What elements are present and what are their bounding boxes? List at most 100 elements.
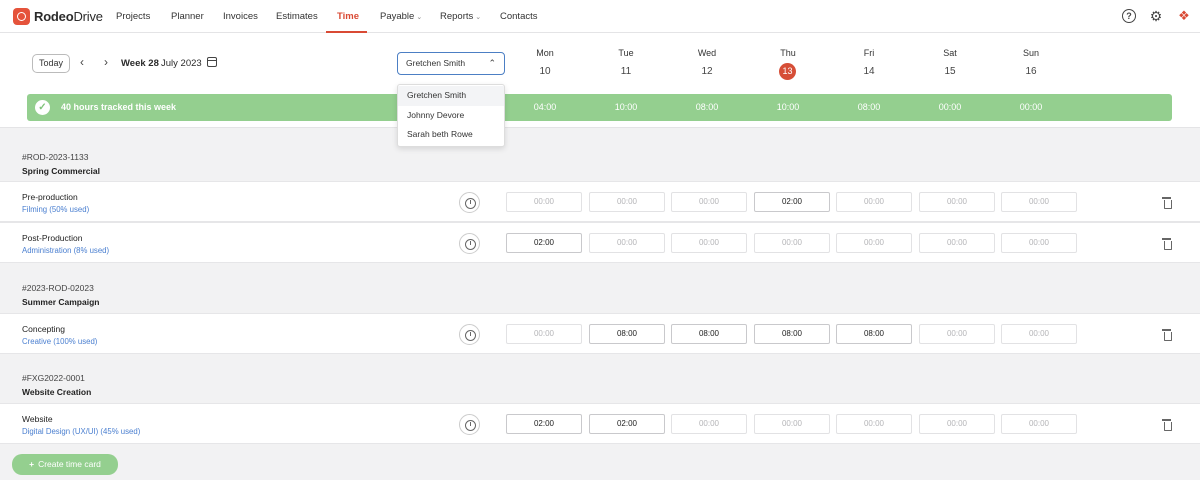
- timer-icon[interactable]: [459, 414, 480, 435]
- trash-icon[interactable]: [1162, 197, 1172, 209]
- time-cell[interactable]: 08:00: [671, 324, 747, 344]
- time-cell[interactable]: 00:00: [919, 324, 995, 344]
- day-number: 12: [701, 66, 713, 77]
- chevron-down-icon: ⌄: [475, 14, 482, 21]
- today-badge: 13: [779, 63, 796, 80]
- time-cell[interactable]: 02:00: [754, 192, 830, 212]
- day-name: Sun: [1022, 48, 1039, 58]
- time-cell[interactable]: 00:00: [836, 192, 912, 212]
- nav-invoices[interactable]: Invoices: [223, 0, 258, 33]
- time-cell[interactable]: 00:00: [671, 414, 747, 434]
- dropdown-option[interactable]: Johnny Devore: [398, 106, 504, 126]
- time-cell[interactable]: 00:00: [589, 192, 665, 212]
- nav-reports[interactable]: Reports ⌄: [440, 0, 481, 33]
- nav-payable[interactable]: Payable ⌄: [380, 0, 422, 33]
- day-number: 16: [1025, 66, 1037, 77]
- day-total: 10:00: [776, 102, 800, 112]
- nav-estimates[interactable]: Estimates: [276, 0, 318, 33]
- day-number: 11: [620, 66, 632, 77]
- time-cell[interactable]: 08:00: [589, 324, 665, 344]
- nav-projects[interactable]: Projects: [116, 0, 150, 33]
- time-cell[interactable]: 00:00: [919, 233, 995, 253]
- time-cell[interactable]: 02:00: [506, 414, 582, 434]
- logo[interactable]: RodeoDrive: [13, 8, 103, 25]
- nav-time[interactable]: Time: [337, 0, 359, 33]
- nav-contacts[interactable]: Contacts: [500, 0, 538, 33]
- chevron-left-icon[interactable]: ‹: [80, 55, 84, 69]
- day-total: 08:00: [857, 102, 881, 112]
- time-cell[interactable]: 00:00: [919, 192, 995, 212]
- dropdown-option[interactable]: Gretchen Smith: [398, 86, 504, 106]
- time-cell[interactable]: 08:00: [836, 324, 912, 344]
- time-cell[interactable]: 00:00: [754, 233, 830, 253]
- top-navbar: RodeoDrive Projects Planner Invoices Est…: [0, 0, 1200, 33]
- day-name: Thu: [780, 48, 796, 58]
- timer-icon[interactable]: [459, 324, 480, 345]
- day-number: 10: [539, 66, 551, 77]
- gear-icon[interactable]: ⚙: [1149, 9, 1163, 23]
- trash-icon[interactable]: [1162, 238, 1172, 250]
- time-cell[interactable]: 00:00: [506, 324, 582, 344]
- person-select[interactable]: Gretchen Smith ⌃: [397, 52, 505, 75]
- timer-icon[interactable]: [459, 233, 480, 254]
- nav-payable-label: Payable: [380, 11, 415, 22]
- time-cell[interactable]: 00:00: [754, 414, 830, 434]
- time-cell[interactable]: 08:00: [754, 324, 830, 344]
- task-name: Pre-production: [22, 192, 78, 202]
- time-cell[interactable]: 00:00: [589, 233, 665, 253]
- project-name: Spring Commercial: [22, 166, 100, 176]
- project-code: #FXG2022-0001: [22, 373, 85, 383]
- time-cell[interactable]: 00:00: [671, 192, 747, 212]
- timer-icon[interactable]: [459, 192, 480, 213]
- time-cell[interactable]: 00:00: [671, 233, 747, 253]
- trash-icon[interactable]: [1162, 419, 1172, 431]
- time-cell[interactable]: 02:00: [506, 233, 582, 253]
- time-cell[interactable]: 00:00: [919, 414, 995, 434]
- time-cell[interactable]: 00:00: [836, 233, 912, 253]
- project-header: #ROD-2023-1133 Spring Commercial: [22, 152, 100, 176]
- task-budget-link[interactable]: Creative (100% used): [22, 337, 97, 346]
- notification-icon[interactable]: ❖: [1177, 9, 1191, 23]
- day-name: Fri: [863, 48, 875, 58]
- day-number: 15: [944, 66, 956, 77]
- create-time-card-button[interactable]: + Create time card: [12, 454, 118, 475]
- nav-planner[interactable]: Planner: [171, 0, 204, 33]
- project-name: Website Creation: [22, 387, 92, 397]
- task-name: Concepting: [22, 324, 66, 334]
- time-cell[interactable]: 02:00: [589, 414, 665, 434]
- task-row: Website Digital Design (UX/UI) (45% used…: [0, 403, 1200, 444]
- project-code: #ROD-2023-1133: [22, 152, 89, 162]
- time-cell[interactable]: 00:00: [506, 192, 582, 212]
- logo-text: RodeoDrive: [34, 9, 103, 24]
- calendar-icon[interactable]: [207, 57, 217, 67]
- help-icon[interactable]: ?: [1122, 9, 1136, 23]
- person-dropdown-menu: Gretchen Smith Johnny Devore Sarah beth …: [397, 84, 505, 147]
- task-budget-link[interactable]: Administration (8% used): [22, 246, 109, 255]
- project-header: #FXG2022-0001 Website Creation: [22, 373, 91, 397]
- day-name: Tue: [618, 48, 634, 58]
- day-header: Sat 15: [920, 48, 980, 80]
- day-total: 00:00: [938, 102, 962, 112]
- time-cell[interactable]: 00:00: [1001, 233, 1077, 253]
- logo-icon: [13, 8, 30, 25]
- task-budget-link[interactable]: Digital Design (UX/UI) (45% used): [22, 427, 140, 436]
- chevron-up-icon: ⌃: [488, 58, 496, 68]
- project-header: #2023-ROD-02023 Summer Campaign: [22, 283, 99, 307]
- month-label: July 2023: [161, 58, 202, 69]
- chevron-down-icon: ⌄: [416, 14, 423, 21]
- dropdown-option[interactable]: Sarah beth Rowe: [398, 125, 504, 145]
- day-header: Thu 13: [758, 48, 818, 80]
- time-cell[interactable]: 00:00: [836, 414, 912, 434]
- time-cell[interactable]: 00:00: [1001, 324, 1077, 344]
- project-code: #2023-ROD-02023: [22, 283, 94, 293]
- task-budget-link[interactable]: Filming (50% used): [22, 205, 89, 214]
- chevron-right-icon[interactable]: ›: [104, 55, 108, 69]
- today-button[interactable]: Today: [32, 54, 70, 73]
- trash-icon[interactable]: [1162, 329, 1172, 341]
- day-name: Mon: [536, 48, 554, 58]
- time-cell[interactable]: 00:00: [1001, 414, 1077, 434]
- check-icon: ✓: [35, 100, 50, 115]
- time-cell[interactable]: 00:00: [1001, 192, 1077, 212]
- day-header: Mon 10: [515, 48, 575, 80]
- create-time-card-label: Create time card: [38, 459, 101, 469]
